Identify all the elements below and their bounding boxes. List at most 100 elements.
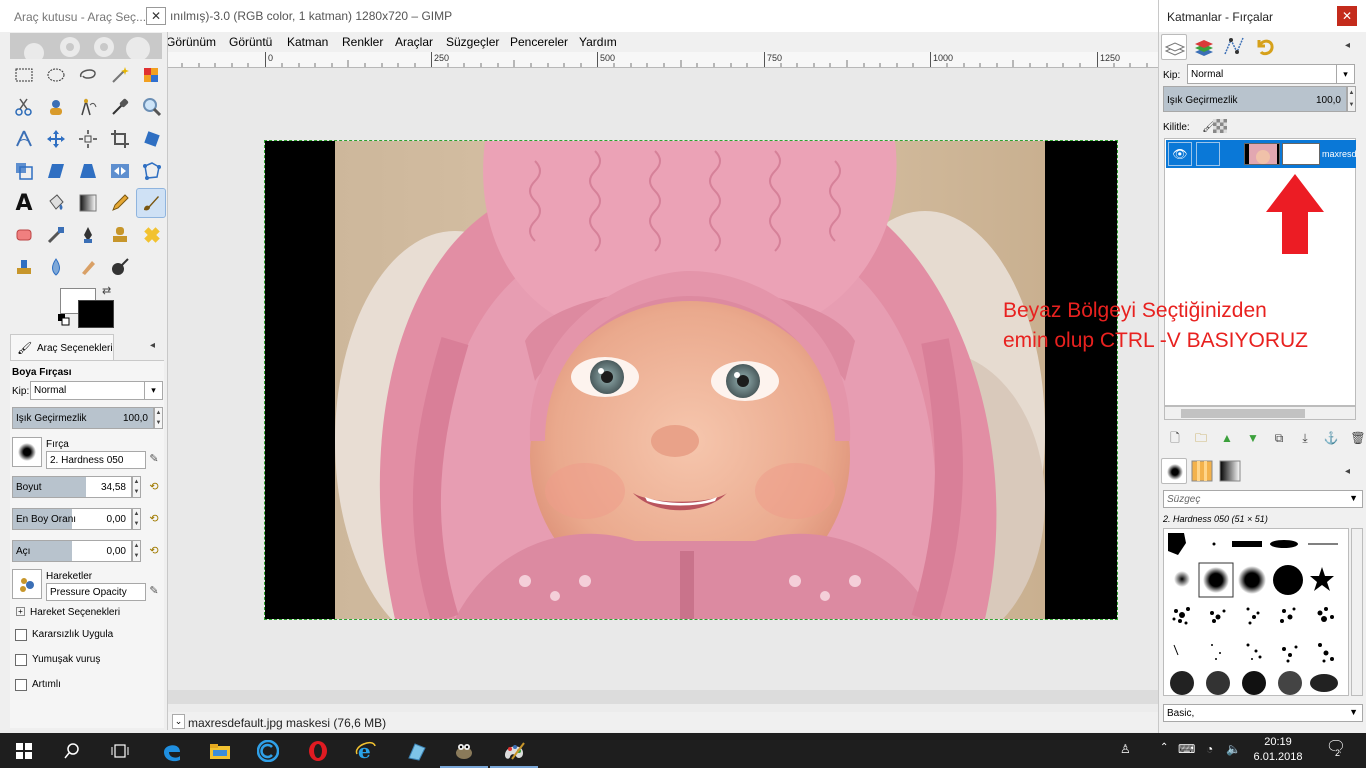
wilber-drop-area[interactable]: [10, 33, 162, 63]
image-canvas[interactable]: [264, 140, 1118, 620]
search-icon[interactable]: [48, 733, 96, 768]
reset-aspect-ratio-icon[interactable]: ⟲: [146, 511, 162, 527]
shear-tool-icon[interactable]: [43, 158, 69, 184]
heal-tool-icon[interactable]: [139, 222, 165, 248]
dynamics-preview-button[interactable]: [12, 569, 42, 599]
taskbar-clock[interactable]: 20:19 6.01.2018: [1247, 735, 1309, 765]
show-hidden-icons-icon[interactable]: ⌃: [1160, 742, 1168, 753]
tab-gradients[interactable]: [1217, 458, 1243, 484]
canvas-area[interactable]: [168, 68, 1158, 690]
blend-tool-icon[interactable]: [75, 190, 101, 216]
brush-grid-scrollbar[interactable]: [1351, 528, 1363, 696]
perspective-clone-tool-icon[interactable]: [11, 254, 37, 280]
volume-icon[interactable]: 🔈: [1226, 742, 1241, 756]
app-launcher-icon[interactable]: [392, 733, 440, 768]
eraser-tool-icon[interactable]: [11, 222, 37, 248]
toolbox-close-button[interactable]: ✕: [146, 7, 166, 25]
layer-opacity-spinner[interactable]: ▲ ▼: [1347, 86, 1356, 112]
horizontal-ruler[interactable]: 0 250 500 750 1000 1250: [168, 52, 1158, 68]
foreground-select-tool-icon[interactable]: [43, 94, 69, 120]
dynamics-options-expander[interactable]: Hareket Seçenekleri: [30, 607, 120, 618]
layer-list-scrollbar-thumb[interactable]: [1181, 409, 1305, 418]
lasso-tool-icon[interactable]: [75, 62, 101, 88]
duplicate-layer-icon[interactable]: ⧉: [1271, 430, 1287, 446]
angle-slider[interactable]: Açı 0,00: [12, 540, 132, 562]
rotate-tool-icon[interactable]: [139, 126, 165, 152]
menu-colors[interactable]: Renkler: [342, 35, 383, 49]
start-button-icon[interactable]: [0, 733, 48, 768]
airbrush-tool-icon[interactable]: [43, 222, 69, 248]
layer-mode-select[interactable]: Normal ▾: [1187, 64, 1355, 84]
lock-alpha-icon[interactable]: [1213, 119, 1227, 133]
tab-paths[interactable]: [1221, 34, 1247, 60]
expand-icon[interactable]: +: [16, 607, 25, 616]
brushes-menu-icon[interactable]: ◂: [1345, 466, 1350, 477]
brush-set-select[interactable]: Basic, ▼: [1163, 704, 1363, 722]
chain-link-icon[interactable]: [1196, 142, 1220, 166]
brush-grid[interactable]: [1163, 528, 1349, 696]
menu-view[interactable]: Görünüm: [166, 35, 216, 49]
menu-tools[interactable]: Araçlar: [395, 35, 433, 49]
swap-colors-icon[interactable]: ⇄: [102, 284, 111, 297]
rect-select-tool-icon[interactable]: [11, 62, 37, 88]
tab-layers[interactable]: [1161, 34, 1187, 60]
dodge-burn-tool-icon[interactable]: [107, 254, 133, 280]
default-colors-icon[interactable]: [58, 314, 70, 326]
tab-channels[interactable]: [1191, 34, 1217, 60]
dock-close-button[interactable]: ✕: [1337, 6, 1357, 26]
menu-filters[interactable]: Süzgeçler: [446, 35, 499, 49]
lower-layer-icon[interactable]: ▼: [1245, 430, 1261, 446]
tab-tool-options[interactable]: 🖌 Araç Seçenekleri: [10, 334, 114, 360]
brush-preview-button[interactable]: [12, 437, 42, 467]
status-menu-dropdown[interactable]: ⌄: [172, 714, 185, 729]
opacity-slider[interactable]: Işık Geçirmezlik 100,0: [12, 407, 154, 429]
edit-dynamics-icon[interactable]: ✎: [146, 583, 162, 599]
edge-browser-icon[interactable]: [148, 733, 196, 768]
aspect-ratio-spinner[interactable]: ▲ ▼: [132, 508, 141, 530]
reset-angle-icon[interactable]: ⟲: [146, 543, 162, 559]
aspect-ratio-slider[interactable]: En Boy Oranı 0,00: [12, 508, 132, 530]
tab-undo-history[interactable]: [1251, 34, 1277, 60]
mode-select[interactable]: Normal ▾: [30, 381, 163, 400]
baby-photo[interactable]: [335, 141, 1045, 619]
jitter-checkbox[interactable]: [15, 629, 27, 641]
color-picker-tool-icon[interactable]: [107, 94, 133, 120]
bucket-fill-tool-icon[interactable]: [43, 190, 69, 216]
new-layer-icon[interactable]: 🗋: [1167, 430, 1183, 446]
tab-patterns[interactable]: [1189, 458, 1215, 484]
fuzzy-select-tool-icon[interactable]: [107, 62, 133, 88]
opacity-spinner[interactable]: ▲ ▼: [154, 407, 163, 429]
layer-opacity-slider[interactable]: Işık Geçirmezlik 100,0: [1163, 86, 1347, 112]
align-tool-icon[interactable]: [75, 126, 101, 152]
layer-list-scrollbar[interactable]: [1164, 406, 1356, 420]
layer-thumbnail[interactable]: [1244, 143, 1280, 165]
wifi-icon[interactable]: ◔: [1206, 742, 1213, 756]
new-layer-group-icon[interactable]: 🗀: [1193, 430, 1209, 446]
smooth-stroke-checkbox[interactable]: [15, 654, 27, 666]
delete-layer-icon[interactable]: 🗑: [1349, 430, 1366, 446]
layer-row[interactable]: 👁 maxresdefault.jpg: [1166, 140, 1356, 168]
opera-browser-icon[interactable]: [294, 733, 342, 768]
reset-size-icon[interactable]: ⟲: [146, 479, 162, 495]
anchor-layer-icon[interactable]: ⚓: [1323, 430, 1339, 446]
menu-image[interactable]: Görüntü: [229, 35, 272, 49]
zoom-tool-icon[interactable]: [139, 94, 165, 120]
internet-explorer-icon[interactable]: e: [342, 733, 390, 768]
canvas-horizontal-scrollbar[interactable]: [168, 690, 1158, 704]
people-icon[interactable]: ♙: [1120, 742, 1131, 756]
network-icon[interactable]: ⌨: [1178, 742, 1195, 756]
angle-spinner[interactable]: ▲ ▼: [132, 540, 141, 562]
size-slider[interactable]: Boyut 34,58: [12, 476, 132, 498]
ccleaner-icon[interactable]: [244, 733, 292, 768]
scissors-tool-icon[interactable]: [11, 94, 37, 120]
incremental-checkbox[interactable]: [15, 679, 27, 691]
menu-windows[interactable]: Pencereler: [510, 35, 568, 49]
brush-name-field[interactable]: 2. Hardness 050: [46, 451, 146, 469]
ellipse-select-tool-icon[interactable]: [43, 62, 69, 88]
layer-name[interactable]: maxresdefault.jpg: [1322, 149, 1356, 159]
raise-layer-icon[interactable]: ▲: [1219, 430, 1235, 446]
background-color-swatch[interactable]: [78, 300, 114, 328]
crop-tool-icon[interactable]: [107, 126, 133, 152]
size-spinner[interactable]: ▲ ▼: [132, 476, 141, 498]
dock-menu-icon[interactable]: ◂: [1345, 40, 1350, 51]
